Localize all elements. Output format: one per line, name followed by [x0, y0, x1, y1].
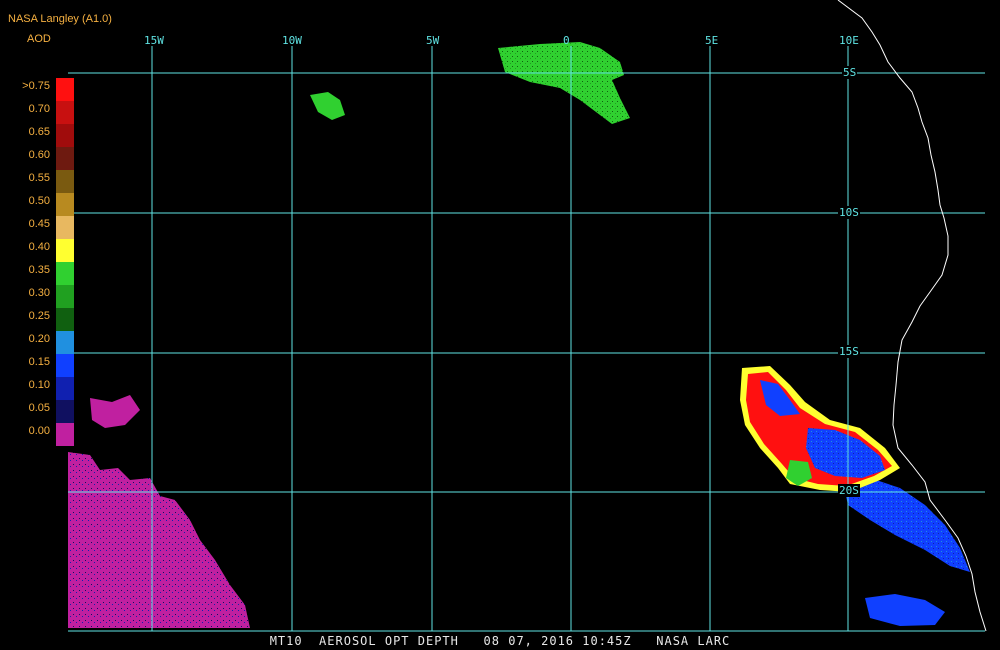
- lon-label-15w: 15W: [144, 34, 164, 47]
- legend-swatch: [56, 262, 74, 285]
- legend-swatch: [56, 170, 74, 193]
- legend-swatch: [56, 377, 74, 400]
- legend-label: 0.40: [28, 241, 50, 253]
- lat-label-10s: 10S: [838, 206, 860, 219]
- legend-label: 0.65: [28, 126, 50, 138]
- legend-label: 0.20: [28, 333, 50, 345]
- aerosol-plume-southwest: [68, 452, 250, 628]
- legend-swatch: [56, 354, 74, 377]
- aod-map: [68, 0, 987, 632]
- legend-label: 0.35: [28, 264, 50, 276]
- legend-swatch: [56, 101, 74, 124]
- lat-label-15s: 15S: [838, 345, 860, 358]
- aerosol-field: [68, 42, 970, 628]
- legend-label: 0.05: [28, 402, 50, 414]
- legend-swatch: [56, 400, 74, 423]
- legend-label: 0.10: [28, 379, 50, 391]
- legend-label: 0.00: [28, 425, 50, 437]
- footer-caption: MT10 AEROSOL OPT DEPTH 08 07, 2016 10:45…: [269, 634, 731, 648]
- aerosol-patch-west: [90, 395, 140, 428]
- lon-label-10e: 10E: [839, 34, 859, 47]
- legend-label: 0.15: [28, 356, 50, 368]
- lon-label-0: 0: [563, 34, 570, 47]
- legend-swatch: [56, 239, 74, 262]
- aerosol-plume-angola: [740, 366, 900, 492]
- legend-swatch: [56, 147, 74, 170]
- legend-label: 0.25: [28, 310, 50, 322]
- legend-label: >0.75: [22, 80, 50, 92]
- legend-label: 0.30: [28, 287, 50, 299]
- legend-swatch: [56, 78, 74, 101]
- lat-label-20s: 20S: [838, 484, 860, 497]
- lat-label-5s: 5S: [842, 66, 858, 79]
- legend-label: 0.45: [28, 218, 50, 230]
- aerosol-plume-north-central: [498, 42, 630, 124]
- legend-label: 0.60: [28, 149, 50, 161]
- legend-swatch: [56, 285, 74, 308]
- graticule: [68, 46, 985, 632]
- aerosol-patch-northwest: [310, 92, 345, 120]
- legend-label: 0.50: [28, 195, 50, 207]
- legend-swatch: [56, 331, 74, 354]
- legend-swatch: [56, 216, 74, 239]
- legend-label: 0.70: [28, 103, 50, 115]
- legend-swatch: [56, 423, 74, 446]
- legend-swatch: [56, 308, 74, 331]
- legend-swatch: [56, 193, 74, 216]
- legend-label: 0.55: [28, 172, 50, 184]
- legend-swatch: [56, 124, 74, 147]
- legend-entry: 0.00: [0, 423, 80, 454]
- aerosol-patch-far-south: [865, 594, 945, 626]
- lon-label-10w: 10W: [282, 34, 302, 47]
- lon-label-5e: 5E: [705, 34, 719, 47]
- lon-label-5w: 5W: [426, 34, 440, 47]
